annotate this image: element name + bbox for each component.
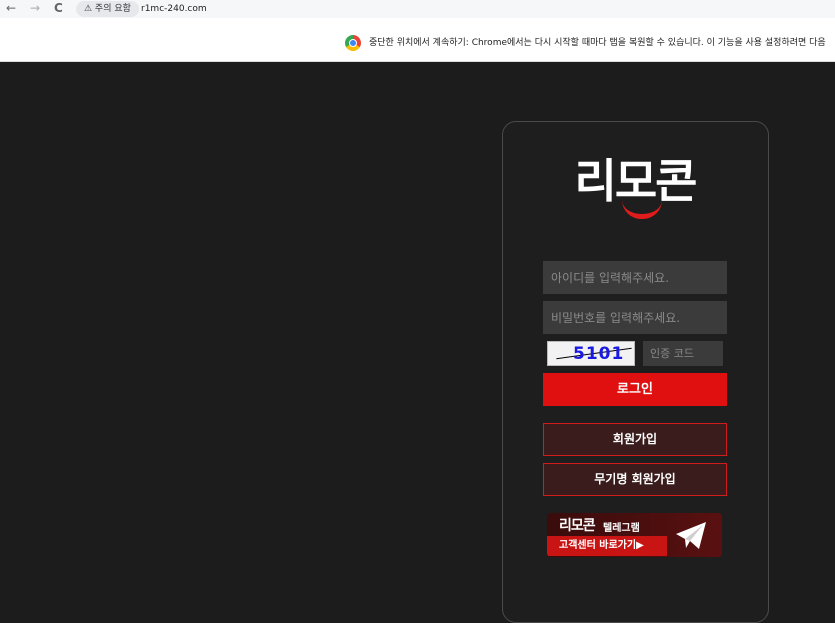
restore-tabs-infobar: 중단한 위치에서 계속하기: Chrome에서는 다시 시작할 때마다 탭을 복… [0,18,835,62]
telegram-plane-icon [676,522,706,549]
address-bar-url[interactable]: r1mc-240.com [141,1,207,17]
password-input[interactable] [543,301,727,334]
login-button[interactable]: 로그인 [543,373,727,406]
site-logo: 리모콘 [560,152,710,219]
banner-subtitle: 텔레그램 [603,523,640,534]
banner-brand: 리모콘 [559,518,596,534]
reload-icon[interactable]: C [54,1,63,16]
security-warning-chip[interactable]: ⚠ 주의 요함 [76,1,139,17]
telegram-support-banner[interactable]: 리모콘 텔레그램 고객센터 바로가기▶ [547,513,722,557]
infobar-message: 중단한 위치에서 계속하기: Chrome에서는 다시 시작할 때마다 탭을 복… [369,38,826,48]
captcha-code: 5101 [573,344,625,364]
captcha-image: 5101 [547,341,635,366]
back-arrow-icon[interactable]: ← [6,1,16,16]
captcha-code-input[interactable] [643,341,723,366]
forward-arrow-icon[interactable]: → [30,1,40,16]
username-input[interactable] [543,261,727,294]
anonymous-signup-button[interactable]: 무기명 회원가입 [543,463,727,496]
chrome-logo-icon [345,35,361,51]
banner-cta-strip: 고객센터 바로가기▶ [547,536,667,556]
signup-button[interactable]: 회원가입 [543,423,727,456]
banner-cta: 고객센터 바로가기▶ [559,540,644,551]
browser-toolbar: ← → C ⚠ 주의 요함 r1mc-240.com [0,0,835,18]
